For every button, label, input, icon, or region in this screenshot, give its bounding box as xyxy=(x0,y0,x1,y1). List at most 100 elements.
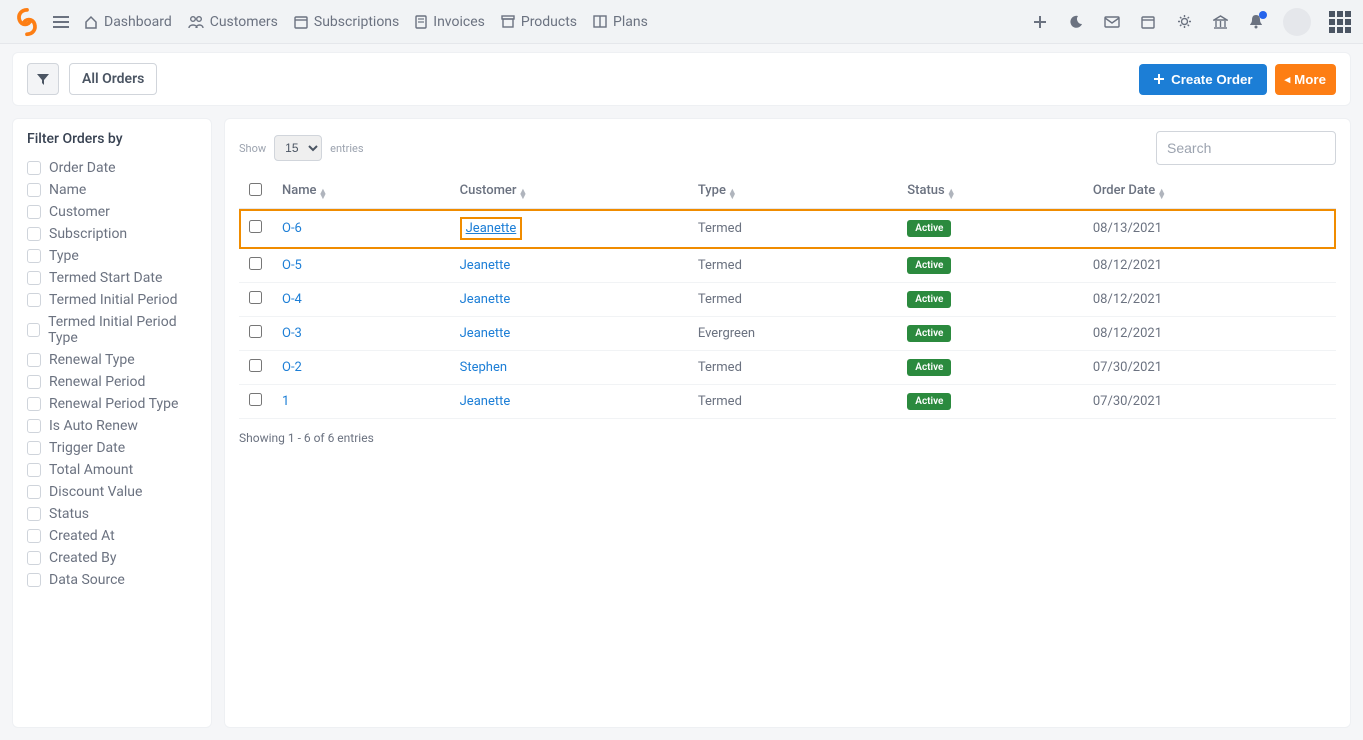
row-checkbox[interactable] xyxy=(249,291,262,304)
filter-item[interactable]: Termed Initial Period Type xyxy=(27,311,197,349)
order-link[interactable]: 1 xyxy=(282,394,289,409)
filter-checkbox[interactable] xyxy=(27,205,41,219)
order-link[interactable]: O-5 xyxy=(282,258,302,273)
filter-item[interactable]: Created At xyxy=(27,525,197,547)
filter-item[interactable]: Renewal Type xyxy=(27,349,197,371)
customer-link[interactable]: Jeanette xyxy=(460,326,511,341)
filter-checkbox[interactable] xyxy=(27,573,41,587)
nav-item-invoices[interactable]: Invoices xyxy=(415,14,485,30)
filter-item[interactable]: Status xyxy=(27,503,197,525)
apps-icon[interactable] xyxy=(1329,11,1351,33)
filter-checkbox[interactable] xyxy=(27,293,41,307)
filter-item[interactable]: Termed Initial Period xyxy=(27,289,197,311)
filter-item[interactable]: Renewal Period xyxy=(27,371,197,393)
filter-checkbox[interactable] xyxy=(27,227,41,241)
cell-status: Active xyxy=(897,249,1083,283)
filter-checkbox[interactable] xyxy=(27,375,41,389)
status-badge: Active xyxy=(907,393,951,410)
row-checkbox[interactable] xyxy=(249,359,262,372)
filter-checkbox[interactable] xyxy=(27,507,41,521)
status-badge: Active xyxy=(907,359,951,376)
page-size-select[interactable]: 15 xyxy=(274,135,322,161)
moon-icon[interactable] xyxy=(1067,13,1085,31)
filter-checkbox[interactable] xyxy=(27,463,41,477)
filter-checkbox[interactable] xyxy=(27,551,41,565)
filter-item[interactable]: Created By xyxy=(27,547,197,569)
filter-item[interactable]: Name xyxy=(27,179,197,201)
bank-icon[interactable] xyxy=(1211,13,1229,31)
more-button[interactable]: ◂ More xyxy=(1275,64,1336,95)
filter-item[interactable]: Data Source xyxy=(27,569,197,591)
order-link[interactable]: O-6 xyxy=(282,221,302,236)
filter-checkbox[interactable] xyxy=(27,397,41,411)
order-link[interactable]: O-4 xyxy=(282,292,302,307)
filter-item[interactable]: Type xyxy=(27,245,197,267)
filter-label: Created At xyxy=(49,528,115,544)
filter-item[interactable]: Subscription xyxy=(27,223,197,245)
filter-checkbox[interactable] xyxy=(27,249,41,263)
filter-checkbox[interactable] xyxy=(27,419,41,433)
bell-icon[interactable] xyxy=(1247,13,1265,31)
customer-link[interactable]: Jeanette xyxy=(460,292,511,307)
filter-toggle-button[interactable] xyxy=(27,63,59,95)
calendar-small-icon[interactable] xyxy=(1139,13,1157,31)
filter-item[interactable]: Total Amount xyxy=(27,459,197,481)
filter-item[interactable]: Order Date xyxy=(27,157,197,179)
all-orders-label: All Orders xyxy=(82,71,144,87)
mail-icon[interactable] xyxy=(1103,13,1121,31)
sort-icon: ▲▼ xyxy=(518,190,527,200)
search-input[interactable] xyxy=(1156,131,1336,165)
filter-item[interactable]: Is Auto Renew xyxy=(27,415,197,437)
nav-item-products[interactable]: Products xyxy=(501,14,577,30)
create-order-button[interactable]: Create Order xyxy=(1139,64,1267,95)
column-type[interactable]: Type▲▼ xyxy=(688,175,897,209)
filter-checkbox[interactable] xyxy=(27,485,41,499)
filter-label: Trigger Date xyxy=(49,440,125,456)
filter-item[interactable]: Renewal Period Type xyxy=(27,393,197,415)
order-link[interactable]: O-3 xyxy=(282,326,302,341)
all-orders-button[interactable]: All Orders xyxy=(69,63,157,95)
customer-link[interactable]: Jeanette xyxy=(460,394,511,409)
filter-checkbox[interactable] xyxy=(27,353,41,367)
table-row: O-3JeanetteEvergreenActive08/12/2021 xyxy=(239,317,1336,351)
customer-link[interactable]: Jeanette xyxy=(466,221,517,236)
cell-customer: Jeanette xyxy=(450,283,688,317)
filter-item[interactable]: Trigger Date xyxy=(27,437,197,459)
filter-checkbox[interactable] xyxy=(27,441,41,455)
column-order-date[interactable]: Order Date▲▼ xyxy=(1083,175,1336,209)
nav-item-subscriptions[interactable]: Subscriptions xyxy=(294,14,399,30)
nav-item-customers[interactable]: Customers xyxy=(188,14,278,30)
table-row: O-2StephenTermedActive07/30/2021 xyxy=(239,351,1336,385)
row-checkbox-cell xyxy=(239,351,272,385)
order-link[interactable]: O-2 xyxy=(282,360,302,375)
customer-link[interactable]: Stephen xyxy=(460,360,507,375)
cell-order-date: 07/30/2021 xyxy=(1083,351,1336,385)
customer-link[interactable]: Jeanette xyxy=(460,258,511,273)
nav-item-plans[interactable]: Plans xyxy=(593,14,648,30)
cell-type: Termed xyxy=(688,249,897,283)
filter-item[interactable]: Customer xyxy=(27,201,197,223)
row-checkbox[interactable] xyxy=(249,393,262,406)
row-checkbox[interactable] xyxy=(249,325,262,338)
gear-icon[interactable] xyxy=(1175,13,1193,31)
nav-item-dashboard[interactable]: Dashboard xyxy=(84,14,172,30)
plus-icon[interactable] xyxy=(1031,13,1049,31)
cell-status: Active xyxy=(897,283,1083,317)
filter-checkbox[interactable] xyxy=(27,529,41,543)
filter-item[interactable]: Discount Value xyxy=(27,481,197,503)
row-checkbox[interactable] xyxy=(249,257,262,270)
column-status[interactable]: Status▲▼ xyxy=(897,175,1083,209)
filter-checkbox[interactable] xyxy=(27,161,41,175)
brand-logo[interactable] xyxy=(12,7,42,37)
row-checkbox[interactable] xyxy=(249,220,262,233)
filter-item[interactable]: Termed Start Date xyxy=(27,267,197,289)
avatar[interactable] xyxy=(1283,8,1311,36)
select-all-checkbox[interactable] xyxy=(249,183,262,196)
column-customer[interactable]: Customer▲▼ xyxy=(450,175,688,209)
column-name[interactable]: Name▲▼ xyxy=(272,175,450,209)
filter-checkbox[interactable] xyxy=(27,271,41,285)
menu-icon[interactable] xyxy=(52,13,70,31)
filter-checkbox[interactable] xyxy=(27,323,40,337)
filter-label: Customer xyxy=(49,204,110,220)
filter-checkbox[interactable] xyxy=(27,183,41,197)
